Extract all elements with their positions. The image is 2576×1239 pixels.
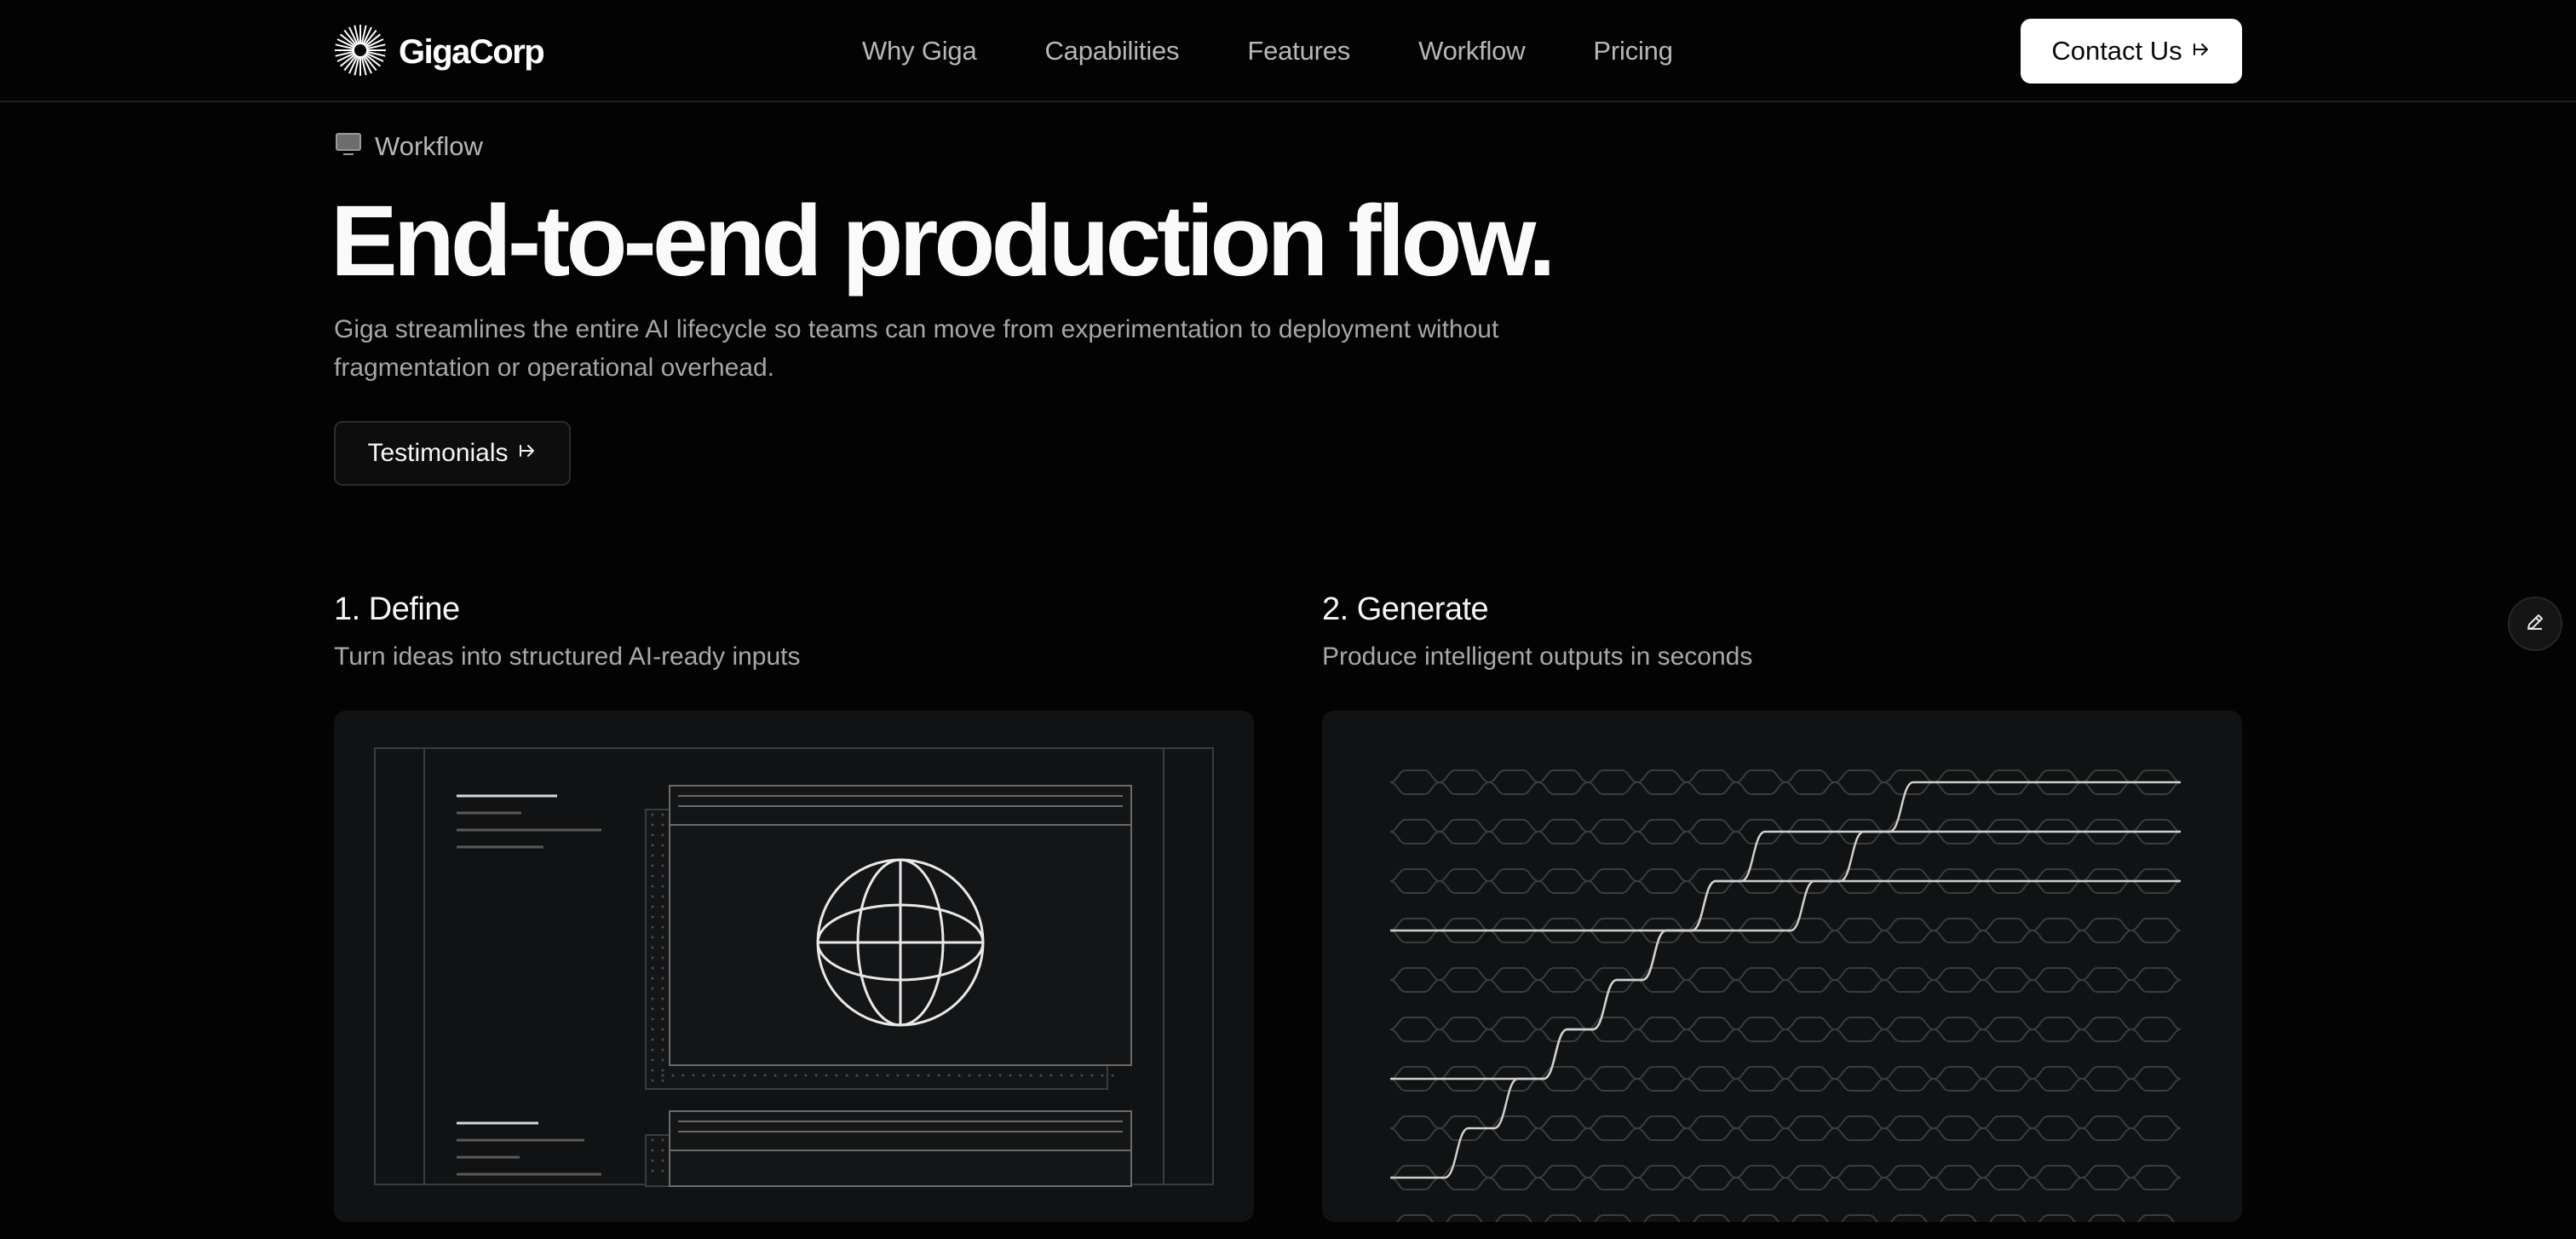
hexagon-network-illustration bbox=[1389, 769, 2182, 1239]
contact-us-label: Contact Us bbox=[2051, 36, 2182, 66]
step-define-title: 1. Define bbox=[334, 591, 460, 627]
testimonials-button[interactable]: Testimonials bbox=[334, 421, 571, 486]
nav-links: Why Giga Capabilities Features Workflow … bbox=[862, 0, 1673, 102]
globe-icon bbox=[816, 858, 985, 1027]
arrow-right-icon bbox=[2191, 36, 2211, 66]
step-define-card bbox=[334, 711, 1254, 1222]
logo-text: GigaCorp bbox=[399, 32, 545, 71]
step-define-subtitle: Turn ideas into structured AI-ready inpu… bbox=[334, 643, 801, 671]
step-generate-title: 2. Generate bbox=[1322, 591, 1489, 627]
logo[interactable]: GigaCorp bbox=[334, 24, 545, 81]
page-title: End-to-end production flow. bbox=[331, 185, 1556, 297]
wireframe-globe-illustration bbox=[374, 747, 1214, 1187]
section-tag-label: Workflow bbox=[375, 130, 483, 161]
edit-button[interactable] bbox=[2508, 596, 2562, 651]
nav-link-capabilities[interactable]: Capabilities bbox=[1045, 36, 1180, 66]
nav-link-features[interactable]: Features bbox=[1247, 36, 1350, 66]
nav-link-pricing[interactable]: Pricing bbox=[1593, 36, 1673, 66]
step-generate-card bbox=[1322, 711, 2242, 1239]
section-tag: Workflow bbox=[334, 130, 483, 163]
hero-description: Giga streamlines the entire AI lifecycle… bbox=[334, 315, 1499, 382]
contact-us-button[interactable]: Contact Us bbox=[2021, 19, 2242, 84]
pencil-icon bbox=[2523, 610, 2547, 638]
nav-link-why-giga[interactable]: Why Giga bbox=[862, 36, 977, 66]
top-navigation-bar: GigaCorp Why Giga Capabilities Features … bbox=[0, 0, 2576, 102]
nav-link-workflow[interactable]: Workflow bbox=[1418, 36, 1525, 66]
arrow-right-icon bbox=[517, 439, 538, 468]
testimonials-label: Testimonials bbox=[367, 439, 509, 467]
step-generate-subtitle: Produce intelligent outputs in seconds bbox=[1322, 643, 1753, 671]
monitor-icon bbox=[334, 130, 363, 163]
starburst-logo-icon bbox=[334, 24, 387, 81]
